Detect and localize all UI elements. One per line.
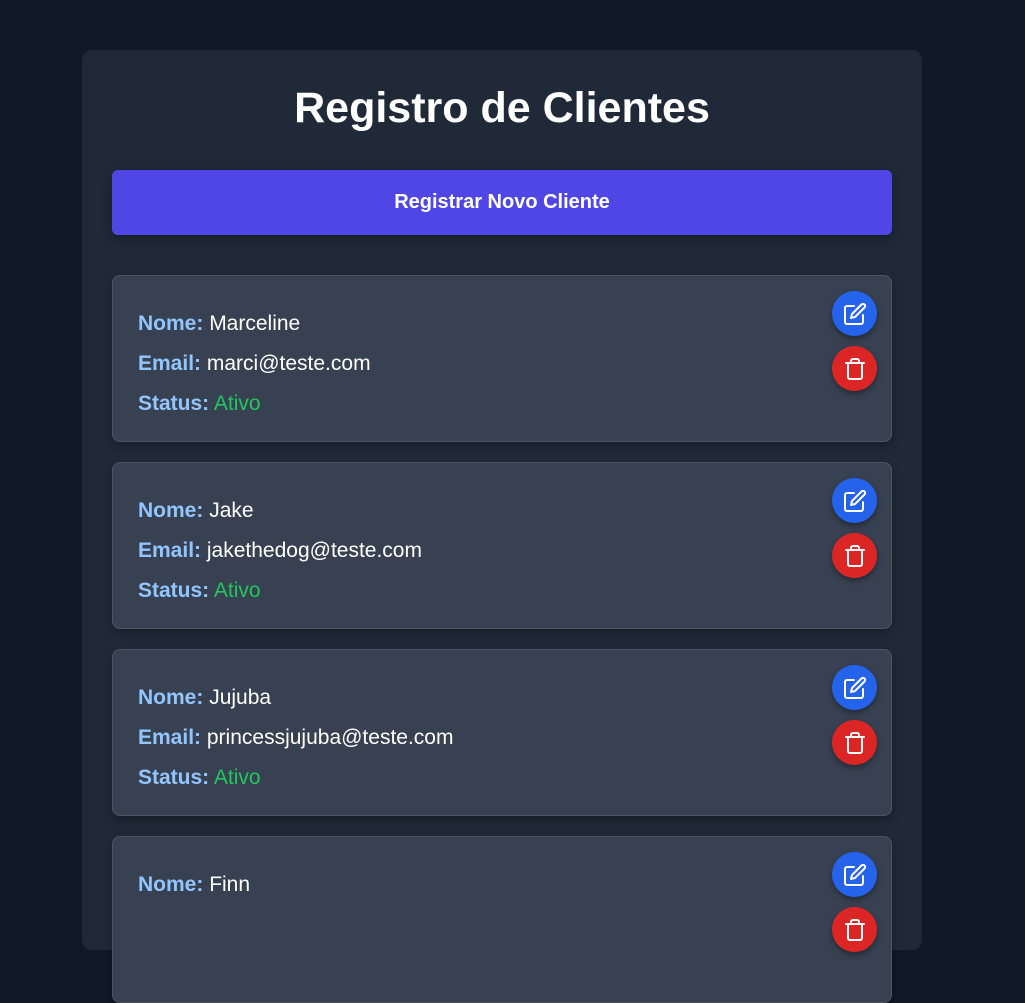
client-list: Nome: Marceline Email: marci@teste.com S…: [112, 275, 892, 1003]
client-status-row: Status: Ativo: [138, 571, 891, 611]
name-label: Nome:: [138, 686, 204, 709]
client-status: Ativo: [213, 579, 261, 602]
client-name: Jujuba: [209, 686, 272, 709]
client-name-row: Nome: Marceline: [138, 304, 891, 344]
client-status-row: Status: Ativo: [138, 758, 891, 798]
email-label: Email:: [138, 726, 202, 749]
edit-client-button[interactable]: [832, 665, 877, 710]
edit-icon: [843, 489, 866, 512]
client-status: Ativo: [213, 766, 261, 789]
delete-client-button[interactable]: [832, 907, 877, 952]
client-card: Nome: Jake Email: jakethedog@teste.com S…: [112, 462, 892, 629]
edit-icon: [843, 863, 866, 886]
page-title: Registro de Clientes: [294, 84, 710, 132]
client-name-row: Nome: Jujuba: [138, 678, 891, 718]
trash-icon: [844, 918, 865, 941]
trash-icon: [844, 544, 865, 567]
client-status: Ativo: [213, 392, 261, 415]
client-name: Jake: [209, 499, 254, 522]
register-client-button[interactable]: Registrar Novo Cliente: [112, 170, 892, 235]
edit-icon: [843, 676, 866, 699]
client-email: jakethedog@teste.com: [206, 539, 422, 562]
client-card: Nome: Marceline Email: marci@teste.com S…: [112, 275, 892, 442]
client-status-row: Status: Ativo: [138, 384, 891, 424]
client-email: marci@teste.com: [206, 352, 371, 375]
client-email-row: Email: marci@teste.com: [138, 344, 891, 384]
edit-icon: [843, 302, 866, 325]
edit-client-button[interactable]: [832, 478, 877, 523]
delete-client-button[interactable]: [832, 720, 877, 765]
trash-icon: [844, 357, 865, 380]
status-label: Status:: [138, 579, 210, 602]
delete-client-button[interactable]: [832, 346, 877, 391]
client-email-row: Email: princessjujuba@teste.com: [138, 718, 891, 758]
name-label: Nome:: [138, 873, 204, 896]
trash-icon: [844, 731, 865, 754]
edit-client-button[interactable]: [832, 852, 877, 897]
client-email: princessjujuba@teste.com: [206, 726, 454, 749]
client-name: Finn: [209, 873, 251, 896]
edit-client-button[interactable]: [832, 291, 877, 336]
main-panel: Registro de Clientes Registrar Novo Clie…: [82, 50, 922, 1003]
client-card: Nome: Finn: [112, 836, 892, 1003]
email-label: Email:: [138, 352, 202, 375]
client-email-row: Email: jakethedog@teste.com: [138, 531, 891, 571]
name-label: Nome:: [138, 499, 204, 522]
name-label: Nome:: [138, 312, 204, 335]
email-label: Email:: [138, 539, 202, 562]
status-label: Status:: [138, 766, 210, 789]
client-card: Nome: Jujuba Email: princessjujuba@teste…: [112, 649, 892, 816]
client-name-row: Nome: Finn: [138, 865, 891, 905]
client-name-row: Nome: Jake: [138, 491, 891, 531]
client-name: Marceline: [209, 312, 301, 335]
status-label: Status:: [138, 392, 210, 415]
delete-client-button[interactable]: [832, 533, 877, 578]
